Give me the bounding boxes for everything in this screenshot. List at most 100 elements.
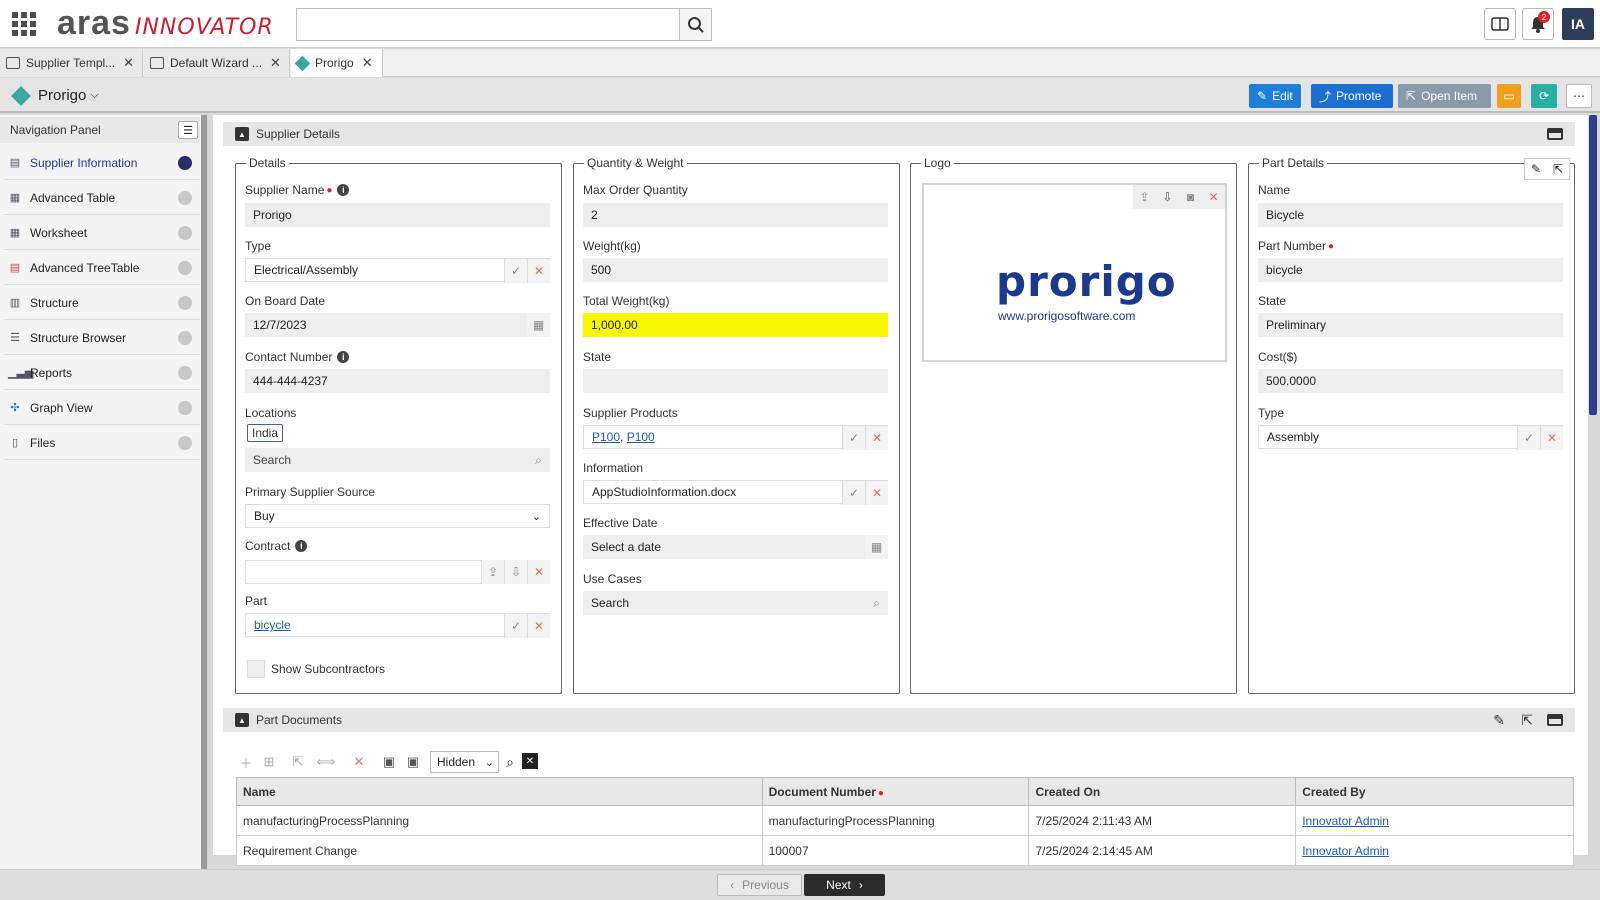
effective-date-field[interactable]: Select a date (583, 535, 888, 559)
search-icon[interactable]: ⌕ (865, 591, 888, 615)
export-excel-icon[interactable]: ▣ (379, 751, 399, 773)
cell-document-number[interactable]: 100007 (761, 835, 1030, 866)
clear-filter-icon[interactable]: ✕ (522, 753, 538, 769)
collapse-icon[interactable]: ▲ (235, 713, 249, 727)
user-link[interactable]: Innovator Admin (1302, 814, 1389, 828)
split-view-button[interactable] (1484, 8, 1516, 40)
clear-icon[interactable]: ✕ (865, 426, 888, 450)
open-item-button[interactable]: ⇱ Open Item (1398, 84, 1491, 108)
close-icon[interactable]: ✕ (270, 55, 281, 71)
app-grid-icon[interactable] (12, 12, 36, 36)
cell-created-by[interactable]: Innovator Admin (1295, 805, 1574, 836)
item-title-dropdown[interactable]: Prorigo ⌵ (11, 85, 99, 106)
add-relationship-icon[interactable]: ⊞ (259, 751, 279, 773)
column-header-created-by[interactable]: Created By (1295, 777, 1574, 806)
cell-name[interactable]: Requirement Change (236, 835, 763, 866)
replace-icon[interactable]: ⟺ (313, 751, 339, 773)
pencil-icon[interactable]: ✎ (1525, 159, 1547, 179)
supplier-details-header[interactable]: ▲ Supplier Details (223, 122, 1575, 146)
part-documents-header[interactable]: ▲ Part Documents ✎ ⇱ (223, 708, 1575, 732)
nav-item-advanced-treetable[interactable]: ▤ Advanced TreeTable (4, 251, 200, 285)
next-button[interactable]: Next › (804, 874, 885, 896)
nav-item-advanced-table[interactable]: ▦ Advanced Table (4, 181, 200, 215)
nav-item-reports[interactable]: ▁▃▅ Reports (4, 356, 200, 390)
max-order-quantity-field[interactable]: 2 (583, 203, 888, 227)
upload-icon[interactable]: ⇪ (481, 560, 504, 584)
cell-created-by[interactable]: Innovator Admin (1295, 835, 1574, 866)
promote-button[interactable]: ⤴ Promote (1311, 84, 1393, 108)
cost-field[interactable]: 500.0000 (1258, 369, 1563, 393)
pencil-icon[interactable]: ✎ (1493, 712, 1505, 729)
hidden-filter-select[interactable]: Hidden ⌄ (430, 751, 499, 773)
camera-icon[interactable]: ◙ (1179, 185, 1202, 209)
nav-item-files[interactable]: ▯ Files (4, 426, 200, 460)
close-icon[interactable]: ✕ (123, 55, 134, 71)
product-link[interactable]: P100 (592, 430, 620, 444)
part-link[interactable]: bicycle (254, 618, 291, 632)
check-icon[interactable]: ✓ (504, 614, 527, 638)
nav-item-supplier-information[interactable]: ▤ Supplier Information (4, 146, 200, 180)
calendar-icon[interactable]: ▦ (865, 535, 888, 559)
clear-icon[interactable]: ✕ (1540, 426, 1563, 450)
cell-document-number[interactable]: manufacturingProcessPlanning (761, 805, 1030, 836)
nav-item-structure-browser[interactable]: ☰ Structure Browser (4, 321, 200, 355)
collapse-icon[interactable]: ▲ (235, 127, 249, 141)
product-link[interactable]: P100 (627, 430, 655, 444)
export-pdf-icon[interactable]: ▣ (403, 751, 423, 773)
maximize-icon[interactable] (1547, 714, 1563, 726)
upload-icon[interactable]: ⇪ (1133, 185, 1156, 209)
external-link-icon[interactable]: ⇱ (1547, 159, 1569, 179)
part-name-field[interactable]: Bicycle (1258, 203, 1563, 227)
clear-icon[interactable]: ✕ (527, 259, 550, 283)
previous-button[interactable]: ‹ Previous (717, 874, 802, 896)
check-icon[interactable]: ✓ (504, 259, 527, 283)
tab-default-wizard[interactable]: Default Wizard ... ✕ (144, 49, 290, 77)
global-search-input[interactable] (296, 8, 680, 41)
search-icon[interactable]: ⌕ (527, 448, 550, 472)
edit-button[interactable]: ✎ Edit (1249, 84, 1301, 108)
download-icon[interactable]: ⇩ (1156, 185, 1179, 209)
show-subcontractors-checkbox[interactable] (247, 660, 265, 678)
on-board-date-field[interactable]: 12/7/2023 (245, 313, 550, 337)
clear-icon[interactable]: ✕ (527, 614, 550, 638)
supplier-name-field[interactable]: Prorigo (245, 203, 550, 227)
clear-icon[interactable]: ✕ (527, 560, 550, 584)
search-button[interactable] (679, 8, 712, 41)
cell-created-on[interactable]: 7/25/2024 2:11:43 AM (1028, 805, 1297, 836)
weight-field[interactable]: 500 (583, 258, 888, 282)
comment-button[interactable]: ▭ (1497, 84, 1521, 108)
locations-search-input[interactable]: Search (245, 448, 550, 472)
table-row[interactable]: manufacturingProcessPlanning manufacturi… (236, 805, 1574, 836)
check-icon[interactable]: ✓ (842, 426, 865, 450)
column-header-document-number[interactable]: Document Number ● (761, 777, 1030, 806)
column-header-created-on[interactable]: Created On (1028, 777, 1297, 806)
calendar-icon[interactable]: ▦ (527, 313, 550, 337)
part-number-field[interactable]: bicycle (1258, 258, 1563, 282)
column-header-name[interactable]: Name (236, 777, 763, 806)
contact-number-field[interactable]: 444-444-4237 (245, 369, 550, 393)
user-link[interactable]: Innovator Admin (1302, 844, 1389, 858)
clear-icon[interactable]: ✕ (865, 481, 888, 505)
delete-icon[interactable]: ✕ (349, 751, 369, 773)
state-field[interactable] (583, 369, 888, 393)
more-button[interactable]: ⋯ (1566, 84, 1592, 108)
part-state-field[interactable]: Preliminary (1258, 313, 1563, 337)
primary-supplier-source-select[interactable]: Buy ⌄ (245, 504, 550, 528)
tab-prorigo[interactable]: Prorigo ✕ (291, 49, 383, 77)
download-icon[interactable]: ⇩ (504, 560, 527, 584)
maximize-icon[interactable] (1547, 128, 1563, 140)
external-link-icon[interactable]: ⇱ (1521, 712, 1533, 729)
table-row[interactable]: Requirement Change 100007 7/25/2024 2:14… (236, 835, 1574, 866)
scrollbar[interactable] (1589, 115, 1597, 415)
search-icon[interactable]: ⌕ (500, 751, 520, 773)
clear-icon[interactable]: ✕ (1202, 185, 1225, 209)
location-chip[interactable]: India (247, 424, 284, 442)
user-avatar[interactable]: IA (1562, 8, 1594, 40)
collapse-nav-button[interactable]: ☰ (178, 121, 198, 139)
check-icon[interactable]: ✓ (1517, 426, 1540, 450)
cell-name[interactable]: manufacturingProcessPlanning (236, 805, 763, 836)
nav-item-worksheet[interactable]: ▦ Worksheet (4, 216, 200, 250)
total-weight-field[interactable]: 1,000.00 (583, 313, 888, 337)
refresh-button[interactable]: ⟳ (1531, 84, 1557, 108)
check-icon[interactable]: ✓ (842, 481, 865, 505)
